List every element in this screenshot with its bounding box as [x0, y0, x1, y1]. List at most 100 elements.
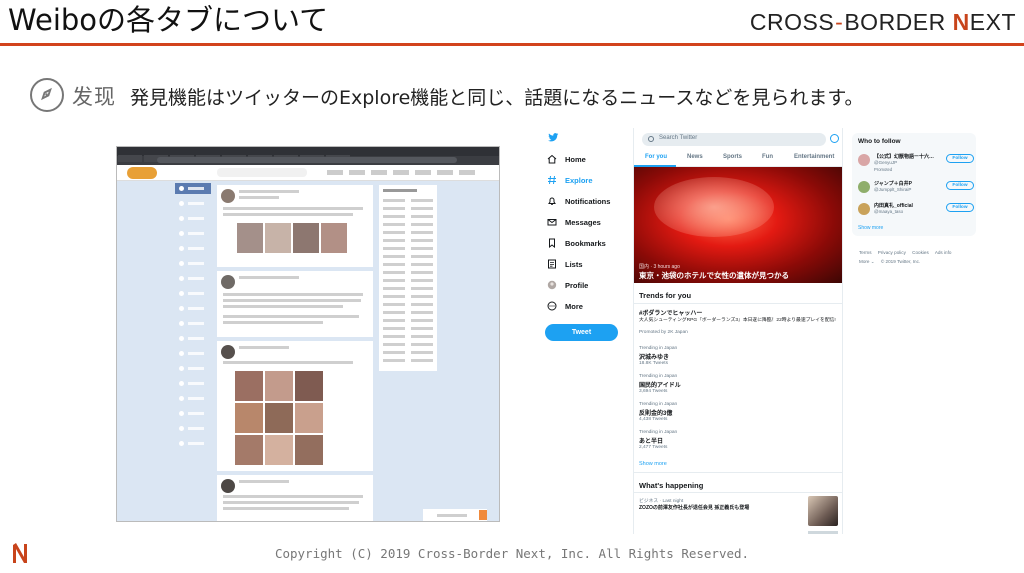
- follow-button[interactable]: Follow: [946, 181, 974, 190]
- trend-context: Trending in Japan: [639, 374, 678, 379]
- brand-next-rest: EXT: [969, 9, 1016, 35]
- copyright-text: Copyright (C) 2019 Cross-Border Next, In…: [274, 546, 750, 561]
- twitter-footer: Terms Privacy policy Cookies Ads info Mo…: [859, 248, 979, 266]
- bookmark-icon: [547, 238, 557, 249]
- footer-copyright: © 2019 Twitter, Inc.: [880, 259, 921, 264]
- footer-link-cookies[interactable]: Cookies: [912, 250, 929, 255]
- slide-title: Weiboの各タブについて: [8, 3, 329, 37]
- divider: [634, 472, 842, 473]
- brand-border: BORDER: [844, 9, 946, 35]
- hero-meta: 国内 · 3 hours ago: [639, 264, 680, 270]
- who-to-follow-panel: Who to follow 【公式】幻獣物語ー十六… @GenyuJP Prom…: [852, 133, 976, 236]
- trends-title: Trends for you: [639, 291, 692, 300]
- promoted-label: Promoted: [874, 167, 893, 172]
- nav-home[interactable]: Home: [547, 152, 586, 166]
- nav-explore[interactable]: Explore: [547, 173, 593, 187]
- nav-messages[interactable]: Messages: [547, 215, 601, 229]
- happening-thumbnail: [808, 496, 838, 526]
- follow-suggestion[interactable]: ジャンプ＋白井P @Jumpplt_ShiraiP Follow: [858, 179, 974, 197]
- follow-handle: @GenyuJP: [874, 160, 898, 165]
- happening-headline: ZOZOの前澤友作社長が退任会見 孫正義氏も登場: [639, 505, 750, 511]
- bell-icon: [547, 196, 557, 206]
- follow-suggestion[interactable]: 【公式】幻獣物語ー十六… @GenyuJP Promoted Follow: [858, 152, 974, 172]
- nav-lists[interactable]: Lists: [547, 257, 583, 271]
- tab-news[interactable]: News: [687, 154, 703, 160]
- tab-fun[interactable]: Fun: [762, 154, 773, 160]
- compass-icon: [30, 78, 64, 112]
- trend-count: 18.8K Tweets: [639, 361, 668, 366]
- footer-more[interactable]: More ⌄: [859, 259, 875, 264]
- trend-count: 3,694 Tweets: [639, 389, 668, 394]
- happening-meta: ビジネス · Last night: [639, 499, 684, 504]
- nav-notifications[interactable]: Notifications: [547, 194, 610, 208]
- weibo-address-bar: [117, 156, 499, 165]
- list-icon: [547, 259, 557, 269]
- nav-bookmarks[interactable]: Bookmarks: [547, 236, 606, 250]
- follow-show-more[interactable]: Show more: [858, 225, 883, 231]
- explore-tabs: For you News Sports Fun Entertainment: [634, 152, 842, 167]
- trend-name: 国民的アイドル: [639, 383, 681, 389]
- avatar: [858, 154, 870, 166]
- avatar: [858, 203, 870, 215]
- gear-icon[interactable]: [830, 134, 839, 143]
- feature-description: 発見機能はツイッターのExplore機能と同じ、話題になるニュースなどを見られま…: [130, 87, 864, 109]
- hero-headline: 東京・池袋のホテルで女性の遺体が見つかる: [639, 271, 789, 280]
- brand-cross: CROSS: [749, 9, 835, 35]
- who-to-follow-title: Who to follow: [858, 138, 901, 145]
- twitter-explore-main: Search Twitter For you News Sports Fun E…: [633, 128, 843, 534]
- trend-count: 4,438 Tweets: [639, 417, 668, 422]
- follow-name: 【公式】幻獣物語ー十六…: [874, 154, 935, 160]
- trend-context: Trending in Japan: [639, 346, 678, 351]
- feature-label: 发现: [72, 85, 116, 109]
- promoted-by: Promoted by 2K Japan: [639, 330, 688, 335]
- hero-news-card[interactable]: 国内 · 3 hours ago 東京・池袋のホテルで女性の遺体が見つかる: [634, 167, 842, 283]
- tab-sports[interactable]: Sports: [723, 154, 742, 160]
- weibo-post-card: [217, 185, 373, 267]
- weibo-top-bar: [117, 165, 499, 181]
- weibo-post-card: [217, 475, 373, 521]
- brand-next-n: N: [952, 9, 970, 35]
- happening-title: What's happening: [639, 481, 704, 490]
- weibo-hot-topics-panel: [379, 185, 437, 371]
- footer-link-ads[interactable]: Ads info: [935, 250, 952, 255]
- promoted-desc: 大人気シューティングRPG『ボーダーランズ3』本日遂に降臨！22時より最速プレイ…: [639, 318, 836, 323]
- tab-for-you[interactable]: For you: [645, 154, 667, 160]
- weibo-sidebar: [175, 183, 211, 453]
- trend-context: Trending in Japan: [639, 402, 678, 407]
- follow-handle: @maaya_taso: [874, 209, 904, 214]
- trend-context: Trending in Japan: [639, 430, 678, 435]
- divider: [634, 303, 842, 304]
- trends-show-more[interactable]: Show more: [639, 461, 667, 467]
- weibo-chat-bar: [423, 509, 487, 521]
- follow-name: 内田真礼_official: [874, 203, 913, 209]
- trend-name: 沢城みゆき: [639, 355, 670, 361]
- mail-icon: [547, 217, 557, 227]
- footer-link-terms[interactable]: Terms: [859, 250, 872, 255]
- twitter-bird-icon: [548, 133, 559, 142]
- weibo-post-card: [217, 271, 373, 337]
- more-icon: [547, 301, 557, 311]
- home-icon: [547, 154, 557, 164]
- avatar: [858, 181, 870, 193]
- hashtag-icon: [547, 175, 557, 185]
- trend-count: 2,477 Tweets: [639, 445, 668, 450]
- tab-entertainment[interactable]: Entertainment: [794, 154, 834, 160]
- weibo-search: [217, 168, 307, 177]
- divider: [634, 492, 842, 493]
- avatar-icon: [547, 280, 557, 290]
- tweet-button[interactable]: Tweet: [545, 324, 618, 341]
- search-icon: [648, 136, 654, 142]
- follow-name: ジャンプ＋白井P: [874, 181, 912, 187]
- trend-name: あと半日: [639, 439, 664, 445]
- follow-handle: @Jumpplt_ShiraiP: [874, 187, 912, 192]
- nav-profile[interactable]: Profile: [547, 278, 588, 292]
- weibo-browser-tabs: [117, 147, 499, 162]
- follow-button[interactable]: Follow: [946, 203, 974, 212]
- header-divider: [0, 43, 1024, 46]
- nav-more[interactable]: More: [547, 299, 583, 313]
- next-item-thumbnail: [808, 531, 838, 534]
- twitter-search-input[interactable]: Search Twitter: [642, 133, 826, 146]
- footer-link-privacy[interactable]: Privacy policy: [878, 250, 906, 255]
- follow-button[interactable]: Follow: [946, 154, 974, 163]
- follow-suggestion[interactable]: 内田真礼_official @maaya_taso Follow: [858, 201, 974, 219]
